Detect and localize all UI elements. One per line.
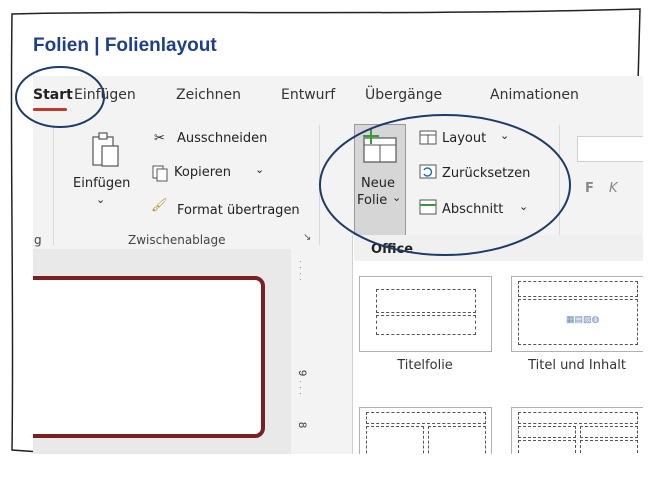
annotation-ellipse-start-tab: [15, 66, 105, 128]
annotation-ellipse-slides-group: [319, 114, 571, 256]
annotation-overlay: [15, 66, 571, 256]
